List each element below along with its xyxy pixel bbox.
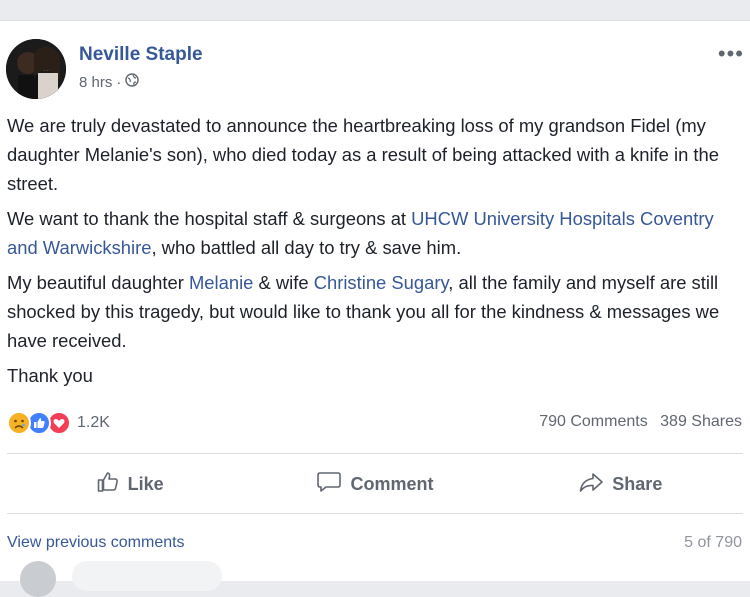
author-name[interactable]: Neville Staple [79,44,203,66]
post-paragraph: We are truly devastated to announce the … [7,115,719,194]
commenter-avatar[interactable] [20,561,56,597]
comments-page-count: 5 of 790 [684,534,742,551]
avatar[interactable] [6,39,66,99]
more-options-icon[interactable]: ••• [718,41,744,67]
sad-icon [7,411,31,435]
christine-link[interactable]: Christine Sugary [314,272,449,293]
globe-icon [125,73,140,91]
shares-count[interactable]: 389 Shares [660,413,742,430]
share-label: Share [612,473,663,494]
top-bar [0,0,750,20]
share-button[interactable]: Share [498,455,743,513]
thumbs-up-icon [96,470,120,499]
view-previous-comments-link[interactable]: View previous comments [7,534,185,552]
divider [7,453,743,454]
post-paragraph: Thank you [7,365,93,386]
like-label: Like [127,473,164,494]
post-paragraph: My beautiful daughter Melanie & wife Chr… [7,272,720,351]
melanie-link[interactable]: Melanie [189,272,253,293]
post-time[interactable]: 8 hrs [79,74,112,91]
comment-button[interactable]: Comment [252,455,497,513]
comments-count[interactable]: 790 Comments [539,413,648,430]
like-button[interactable]: Like [7,455,252,513]
post-card: Neville Staple 8 hrs · ••• We are truly … [0,20,750,597]
reactions-summary[interactable]: 1.2K [7,411,110,435]
comment-label: Comment [350,473,434,494]
engagement-counts: 790 Comments 389 Shares [531,413,742,431]
action-bar: Like Comment Share [7,455,743,513]
post-text: We are truly devastated to announce the … [7,111,745,396]
divider [7,513,743,514]
comment-bubble [72,561,222,591]
reaction-count: 1.2K [77,414,110,431]
post-paragraph: We want to thank the hospital staff & su… [7,208,714,258]
post-meta: 8 hrs · [79,73,140,91]
share-icon [578,470,604,499]
comment-icon [316,470,342,499]
